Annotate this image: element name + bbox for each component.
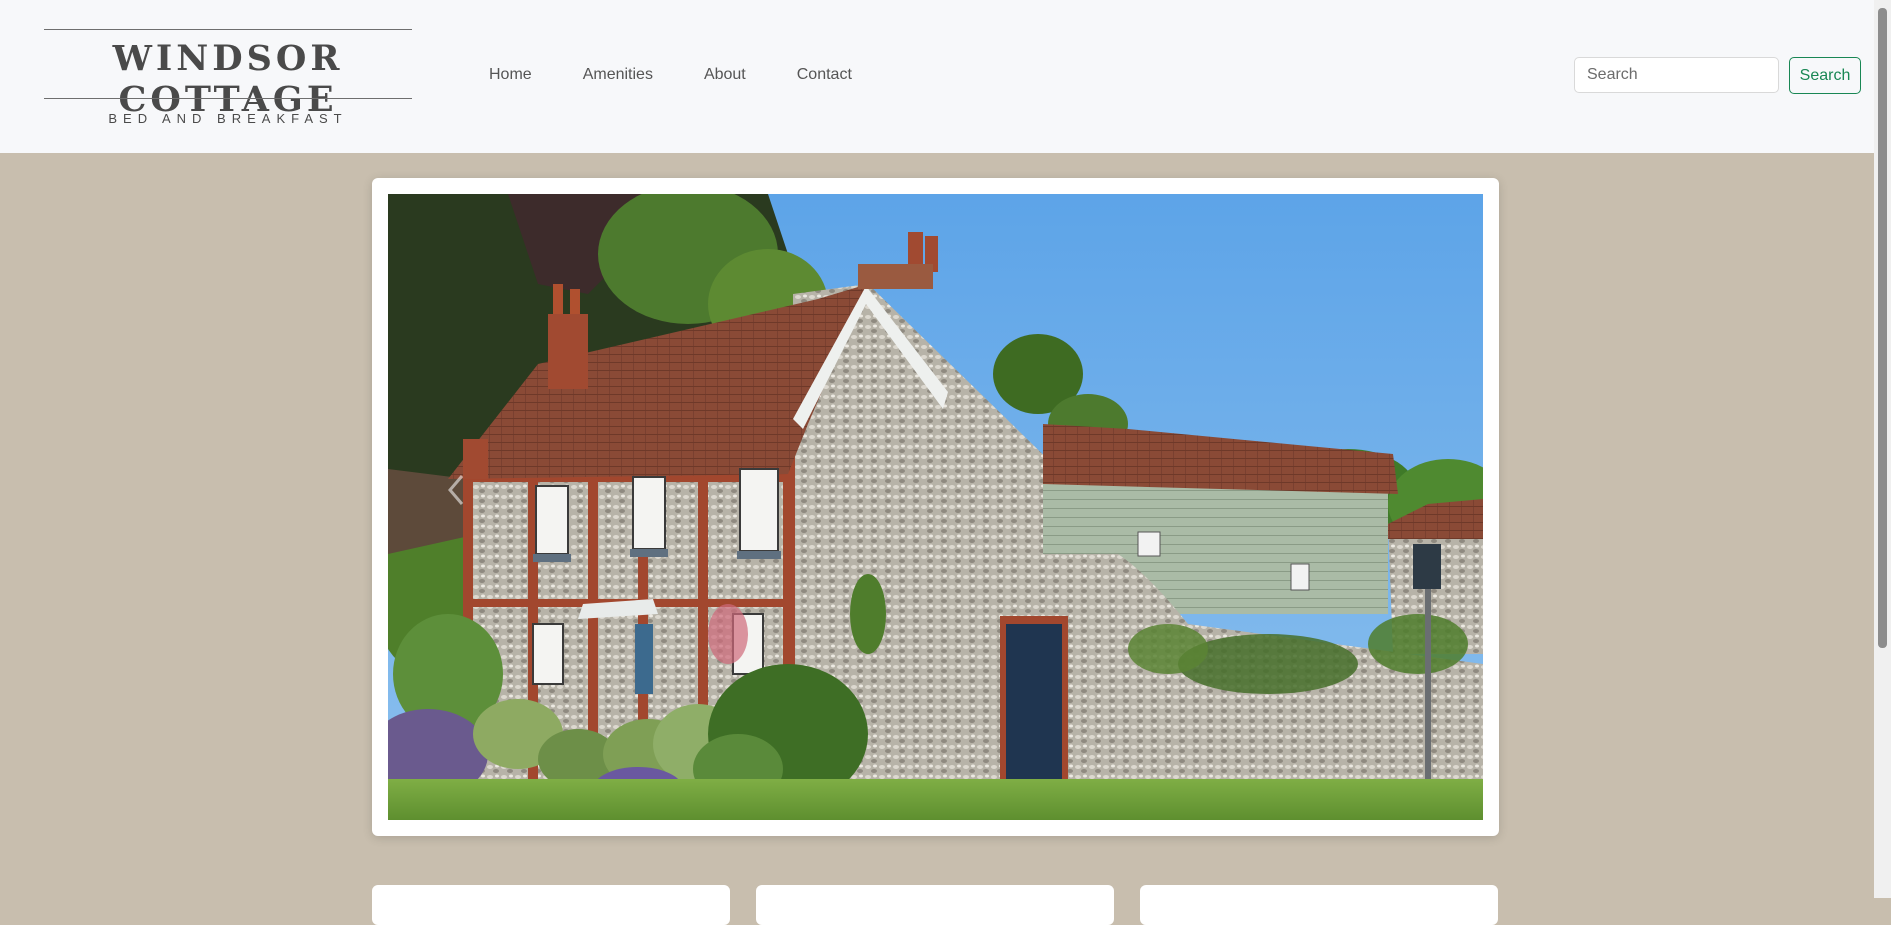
carousel-prev-button[interactable] [442, 468, 472, 512]
navbar: WINDSOR COTTAGE BED AND BREAKFAST Home A… [0, 0, 1874, 153]
main-nav: Home Amenities About Contact [489, 66, 852, 84]
nav-link-about[interactable]: About [704, 66, 746, 84]
nav-link-home[interactable]: Home [489, 66, 532, 84]
brand-rule-bottom [44, 98, 412, 99]
brand-rule-top [44, 29, 412, 30]
brand-title: WINDSOR COTTAGE [112, 38, 344, 120]
scrollbar[interactable] [1874, 0, 1891, 898]
nav-link-amenities[interactable]: Amenities [583, 66, 653, 84]
brand-subtitle: BED AND BREAKFAST [108, 111, 348, 126]
feature-card-1 [372, 885, 730, 925]
scrollbar-thumb[interactable] [1878, 8, 1887, 648]
nav-link-contact[interactable]: Contact [797, 66, 852, 84]
search-input[interactable] [1574, 57, 1779, 93]
brand-logo[interactable]: WINDSOR COTTAGE BED AND BREAKFAST [30, 28, 426, 130]
carousel-card [372, 178, 1499, 836]
feature-card-3 [1140, 885, 1498, 925]
feature-card-2 [756, 885, 1114, 925]
hero-image [388, 194, 1483, 820]
chevron-left-icon [448, 475, 464, 505]
search-button[interactable]: Search [1789, 57, 1861, 94]
